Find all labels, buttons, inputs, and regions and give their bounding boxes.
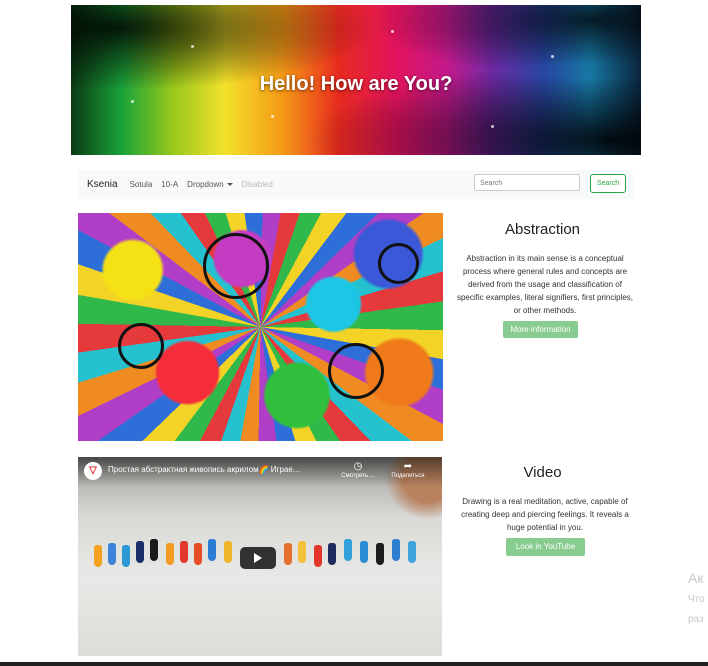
paint-blob (298, 541, 306, 563)
more-information-button[interactable]: More information (503, 321, 578, 338)
paint-blob (284, 543, 292, 565)
nav-item-10a[interactable]: 10-A (161, 180, 178, 189)
nav-item-sotula[interactable]: Sotula (130, 180, 153, 189)
nav-item-disabled: Disabled (241, 180, 273, 189)
bottom-divider (0, 662, 708, 666)
play-icon (254, 553, 262, 563)
paint-blob (314, 545, 322, 567)
paint-blob (166, 543, 174, 565)
play-button[interactable] (240, 547, 276, 569)
share-icon: ➦ (403, 461, 413, 472)
paint-blob (408, 541, 416, 563)
video-title[interactable]: Простая абстрактная живопись акрилом🌈 Иг… (108, 465, 299, 474)
share-label: Поделиться (391, 473, 425, 479)
abstraction-description: Abstraction in its main sense is a conce… (456, 254, 634, 315)
windows-activation-line: Что (688, 594, 705, 605)
paint-speck (551, 55, 554, 58)
search-button[interactable]: Search (590, 174, 626, 193)
paint-blob (344, 539, 352, 561)
paint-blob (180, 541, 188, 563)
caret-down-icon (226, 183, 233, 186)
paint-blob (376, 543, 384, 565)
windows-activation-title: Ак (688, 570, 704, 586)
paint-blob (136, 541, 144, 563)
nav-dropdown-label: Dropdown (187, 180, 224, 189)
look-in-youtube-button[interactable]: Look in YouTube (506, 538, 585, 556)
paint-speck (131, 100, 134, 103)
clock-icon: ◷ (353, 461, 363, 472)
paint-speck (491, 125, 494, 128)
channel-logo-icon[interactable]: ▽ (84, 462, 102, 480)
abstract-art-image (78, 213, 443, 441)
watch-later-label: Смотреть ... (341, 473, 375, 479)
paint-blob (94, 545, 102, 567)
video-section-description: Drawing is a real meditation, active, ca… (461, 497, 629, 532)
paint-speck (271, 115, 274, 118)
paint-blob (108, 543, 116, 565)
paint-blob (328, 543, 336, 565)
art-swirl (118, 323, 164, 369)
video-section-title: Video (523, 464, 562, 481)
navbar-brand[interactable]: Ksenia (87, 179, 118, 190)
paint-blob (360, 541, 368, 563)
paint-blob (150, 539, 158, 561)
paint-blob (122, 545, 130, 567)
windows-activation-line: раз (688, 614, 704, 625)
art-swirl (203, 233, 269, 299)
watch-later-control[interactable]: ◷ Смотреть ... (336, 461, 380, 479)
navbar: Ksenia Sotula 10-A Dropdown Disabled Sea… (78, 170, 633, 199)
hero-banner: Hello! How are You? (71, 5, 641, 155)
search-input[interactable]: Search (474, 174, 580, 191)
video-player[interactable]: ▽ Простая абстрактная живопись акрилом🌈 … (78, 457, 442, 656)
abstraction-title: Abstraction (504, 221, 581, 238)
paint-speck (391, 30, 394, 33)
share-control[interactable]: ➦ Поделиться (386, 461, 430, 479)
art-swirl (378, 243, 419, 284)
paint-blob (194, 543, 202, 565)
art-swirl (328, 343, 384, 399)
nav-dropdown[interactable]: Dropdown (187, 180, 233, 189)
paint-blob (224, 541, 232, 563)
paint-blob (392, 539, 400, 561)
paint-blob (208, 539, 216, 561)
paint-speck (191, 45, 194, 48)
hero-title: Hello! How are You? (259, 73, 453, 95)
